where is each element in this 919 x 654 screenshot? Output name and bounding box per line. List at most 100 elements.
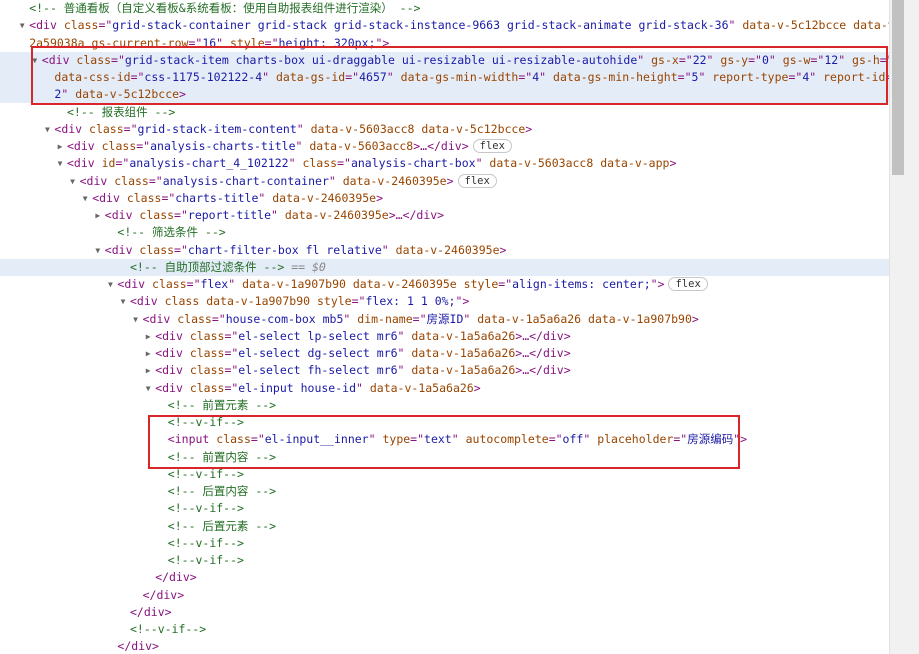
dom-line[interactable]: <!-- 普通看板（自定义看板&系统看板：使用自助报表组件进行渲染） --> xyxy=(0,0,889,17)
dom-line[interactable]: 2" data-v-5c12bcce> xyxy=(0,86,889,104)
dom-line[interactable]: </div> xyxy=(0,587,889,604)
code-token: " xyxy=(397,328,412,343)
dom-line[interactable]: ▼ <div class="el-input house-id" data-v-1… xyxy=(0,380,889,397)
dom-line[interactable]: ▼ <div class="chart-filter-box fl relativ… xyxy=(0,242,889,259)
dom-line[interactable]: data-css-id="css-1175-102122-4" data-gs-… xyxy=(0,69,889,86)
dom-line[interactable]: ▶ <div class="el-select dg-select mr6" da… xyxy=(0,345,889,362)
code-token: =" xyxy=(548,432,563,447)
caret-down-icon[interactable]: ▼ xyxy=(80,190,90,207)
dom-line[interactable]: <!-- 筛选条件 --> xyxy=(0,224,889,241)
dom-line[interactable]: <input class="el-input__inner" type="tex… xyxy=(0,431,889,448)
code-token: =" xyxy=(224,363,239,378)
code-token: <div xyxy=(92,190,127,205)
caret-right-icon[interactable]: ▶ xyxy=(55,138,65,155)
dom-line-code: <div class="el-select dg-select mr6" dat… xyxy=(155,345,570,362)
caret-down-icon[interactable]: ▼ xyxy=(118,293,128,310)
code-token: =" xyxy=(264,35,279,50)
dom-line[interactable]: <!--v-if--> xyxy=(0,621,889,638)
dom-line[interactable]: <!--v-if--> xyxy=(0,414,889,431)
code-token: </div> xyxy=(117,639,159,654)
dom-line[interactable]: <!--v-if--> xyxy=(0,535,889,552)
caret-right-icon[interactable]: ▶ xyxy=(143,345,153,362)
caret-right-icon[interactable]: ▶ xyxy=(93,207,103,224)
code-token: =" xyxy=(161,190,176,205)
dom-line[interactable]: <!-- 后置元素 --> xyxy=(0,518,889,535)
caret-down-icon[interactable]: ▼ xyxy=(68,173,78,190)
code-token: off xyxy=(562,432,584,447)
dom-line[interactable]: ▶ <div class="el-select lp-select mr6" da… xyxy=(0,328,889,345)
dom-line-code: <div class="grid-stack-item charts-box u… xyxy=(42,52,889,69)
code-token: <div xyxy=(155,346,190,360)
code-token: dim-name xyxy=(357,311,413,326)
dom-line-code: </div> xyxy=(130,604,172,621)
dom-line[interactable]: 2a59038a gs-current-row="16" style="heig… xyxy=(0,35,889,52)
code-token: 2a59038a xyxy=(29,35,85,50)
dom-line[interactable]: <!-- 自助顶部过滤条件 --> == $0 xyxy=(0,258,889,276)
dom-line[interactable]: ▼ <div class="grid-stack-item-content" da… xyxy=(0,121,889,138)
code-token: <div xyxy=(79,173,115,188)
caret-down-icon[interactable]: ▼ xyxy=(143,380,153,397)
dom-line[interactable]: <!-- 后置内容 --> xyxy=(0,483,889,500)
elements-tree[interactable]: <!-- 普通看板（自定义看板&系统看板：使用自助报表组件进行渲染） --> ▼ <… xyxy=(0,0,889,654)
dom-line[interactable]: ▼ <div class="grid-stack-item charts-box … xyxy=(0,51,889,69)
dom-line-code: <!-- 报表组件 --> xyxy=(67,104,175,121)
code-token: >…</div> xyxy=(388,208,445,222)
dom-line[interactable]: ▶ <div class="analysis-charts-title" data… xyxy=(0,138,889,155)
dom-line[interactable]: ▼ <div class="charts-title" data-v-246039… xyxy=(0,190,889,207)
caret-right-icon[interactable]: ▶ xyxy=(143,328,153,345)
vertical-scrollbar[interactable] xyxy=(889,0,919,654)
code-token: "> xyxy=(455,294,470,309)
dom-line[interactable]: ▼ <div class="grid-stack-container grid-s… xyxy=(0,17,889,34)
code-token: " xyxy=(809,70,824,84)
dom-line[interactable]: <!-- 报表组件 --> xyxy=(0,104,889,121)
code-token: analysis-chart-box xyxy=(350,156,476,171)
dom-line[interactable]: <!-- 前置元素 --> xyxy=(0,397,889,414)
code-token: <div xyxy=(130,294,165,309)
code-token: <div xyxy=(155,380,190,395)
code-token: =" xyxy=(224,380,239,395)
flex-badge[interactable]: flex xyxy=(457,173,497,188)
dom-line[interactable]: ▼ <div class="house-com-box mb5" dim-name… xyxy=(0,311,889,328)
dom-line[interactable]: ▼ <div id="analysis-chart_4_102122" class… xyxy=(0,155,889,172)
dom-line[interactable]: <!-- 前置内容 --> xyxy=(0,449,889,466)
code-token: data-v-5603acc8 xyxy=(309,139,414,153)
code-token: == $0 xyxy=(284,259,326,274)
code-token: >…</div> xyxy=(515,328,571,343)
dom-line[interactable]: ▼ <div class="analysis-chart-container" d… xyxy=(0,173,889,190)
code-token: el-input__inner xyxy=(264,432,369,447)
dom-line[interactable]: ▶ <div class="report-title" data-v-246039… xyxy=(0,207,889,224)
code-token: align-items: center; xyxy=(512,277,651,291)
code-token: > xyxy=(499,242,507,257)
code-token: " xyxy=(475,156,490,171)
dom-line[interactable]: </div> xyxy=(0,604,889,621)
caret-down-icon[interactable]: ▼ xyxy=(131,311,141,328)
dom-line[interactable]: <!--v-if--> xyxy=(0,552,889,569)
dom-line[interactable]: ▶ <div class="el-select fh-select mr6" da… xyxy=(0,362,889,379)
code-token: gs-h xyxy=(852,52,880,67)
dom-line-code: <!-- 筛选条件 --> xyxy=(117,224,225,241)
dom-line[interactable]: <!--v-if--> xyxy=(0,466,889,483)
code-token: 16 xyxy=(202,35,217,50)
caret-down-icon[interactable]: ▼ xyxy=(30,52,40,69)
dom-line[interactable]: </div> xyxy=(0,638,889,654)
code-token: " xyxy=(356,380,370,395)
dom-line-code: <div class="el-input house-id" data-v-1a… xyxy=(155,380,480,397)
dom-line[interactable]: <!--v-if--> xyxy=(0,500,889,517)
code-token: data-v-1a5a6a26 xyxy=(477,311,582,326)
dom-line[interactable]: ▼ <div class="flex" data-v-1a907b90 data-… xyxy=(0,276,889,293)
code-token: data-v-1a5a6a26 xyxy=(369,380,474,395)
flex-badge[interactable]: flex xyxy=(472,139,512,153)
code-token: data-v-2460395e xyxy=(272,190,377,205)
flex-badge[interactable]: flex xyxy=(668,277,708,291)
caret-down-icon[interactable]: ▼ xyxy=(17,17,27,34)
caret-down-icon[interactable]: ▼ xyxy=(93,242,103,259)
caret-down-icon[interactable]: ▼ xyxy=(42,121,52,138)
dom-line[interactable]: </div> xyxy=(0,569,889,586)
scrollbar-thumb[interactable] xyxy=(892,0,904,175)
caret-down-icon[interactable]: ▼ xyxy=(105,276,115,293)
dom-line[interactable]: ▼ <div class data-v-1a907b90 style="flex:… xyxy=(0,293,889,310)
caret-down-icon[interactable]: ▼ xyxy=(55,155,65,172)
caret-right-icon[interactable]: ▶ xyxy=(143,362,153,379)
dom-line-code: </div> xyxy=(143,587,185,604)
